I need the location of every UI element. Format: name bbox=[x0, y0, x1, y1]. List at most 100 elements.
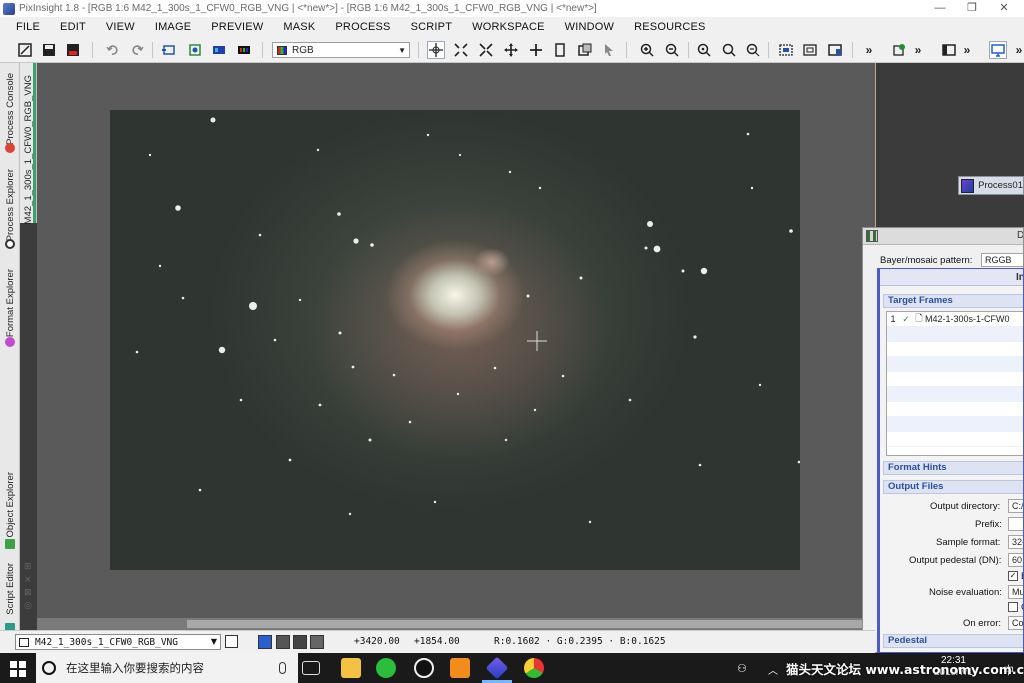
view-selector[interactable]: M42_1_300s_1_CFW0_RGB_VNG ▼ bbox=[15, 634, 221, 650]
explorer-icon[interactable] bbox=[940, 41, 958, 59]
menu-file[interactable]: FILE bbox=[6, 21, 50, 33]
checkbox-2[interactable] bbox=[1008, 602, 1018, 612]
toolbar-overflow-3[interactable]: » bbox=[958, 41, 976, 59]
dock-controls[interactable]: ⊞ ⨯ ⊠ ◎ bbox=[24, 560, 32, 612]
pointer-icon[interactable] bbox=[600, 41, 618, 59]
menu-workspace[interactable]: WORKSPACE bbox=[462, 21, 555, 33]
gear-icon bbox=[5, 239, 15, 249]
noise-evaluation-select[interactable]: Mul bbox=[1008, 585, 1023, 599]
target-frames-list[interactable]: 1 ✓ 🗋 M42-1-300s-1-CFW0 bbox=[886, 311, 1023, 456]
wechat-icon[interactable] bbox=[376, 658, 396, 678]
tray-chevron-up-icon[interactable]: ︿ bbox=[768, 662, 780, 677]
dynamic-preview-icon[interactable] bbox=[576, 41, 594, 59]
task-view-icon[interactable] bbox=[302, 661, 320, 675]
debayer-dialog-title-bar[interactable]: D bbox=[863, 228, 1023, 245]
file-explorer-icon[interactable] bbox=[341, 658, 361, 678]
color-space-select[interactable]: RGB ▼ bbox=[272, 42, 410, 58]
close-icon[interactable]: ✕ bbox=[988, 0, 1020, 17]
zoom-shrink-icon[interactable] bbox=[477, 41, 495, 59]
zoom-optimal-icon[interactable] bbox=[744, 41, 762, 59]
channel-rgb-icon[interactable] bbox=[235, 41, 253, 59]
horizontal-scrollbar[interactable] bbox=[37, 618, 875, 630]
minimize-icon[interactable]: — bbox=[924, 0, 956, 17]
tab-format-explorer[interactable]: Format Explorer bbox=[0, 257, 20, 349]
zoom-out-icon[interactable] bbox=[663, 41, 681, 59]
section-target-frames[interactable]: Target Frames bbox=[883, 294, 1023, 308]
menu-image[interactable]: IMAGE bbox=[145, 21, 201, 33]
menu-view[interactable]: VIEW bbox=[96, 21, 145, 33]
tab-object-explorer-label: Object Explorer bbox=[4, 472, 16, 538]
starfield bbox=[135, 117, 800, 524]
tab-process-explorer[interactable]: Process Explorer bbox=[0, 159, 20, 251]
taskbar-search[interactable]: 在这里输入你要搜索的内容 bbox=[36, 653, 298, 683]
check-icon[interactable]: ✓ bbox=[899, 314, 913, 325]
sublime-icon[interactable] bbox=[450, 658, 470, 678]
save-icon[interactable] bbox=[40, 41, 58, 59]
menu-window[interactable]: WINDOW bbox=[555, 21, 624, 33]
checkbox-1[interactable]: ✓ bbox=[1008, 571, 1018, 581]
window-icon[interactable] bbox=[826, 41, 844, 59]
move-icon[interactable] bbox=[527, 41, 545, 59]
windows-start-icon[interactable] bbox=[10, 661, 26, 677]
chrome-icon[interactable] bbox=[524, 658, 544, 678]
process-icon-process01[interactable]: Process01 bbox=[958, 176, 1024, 195]
redo-icon[interactable] bbox=[128, 41, 146, 59]
view-toggle-icon[interactable] bbox=[225, 635, 238, 648]
menu-process[interactable]: PROCESS bbox=[325, 21, 400, 33]
menu-edit[interactable]: EDIT bbox=[50, 21, 96, 33]
new-image-icon[interactable] bbox=[16, 41, 34, 59]
menu-script[interactable]: SCRIPT bbox=[401, 21, 463, 33]
output-directory-field[interactable]: C:/ bbox=[1008, 499, 1023, 513]
process-container-icon[interactable] bbox=[890, 41, 908, 59]
channel-g-button[interactable] bbox=[293, 635, 307, 649]
tab-process-console[interactable]: Process Console bbox=[0, 63, 20, 155]
menu-resources[interactable]: RESOURCES bbox=[624, 21, 715, 33]
toolbar-overflow-2[interactable]: » bbox=[909, 41, 927, 59]
shrink-view-icon[interactable] bbox=[801, 41, 819, 59]
tab-script-editor[interactable]: Script Editor bbox=[0, 553, 20, 633]
zoom-fit-window-icon[interactable] bbox=[720, 41, 738, 59]
microphone-icon[interactable] bbox=[279, 662, 286, 674]
export-icon[interactable] bbox=[64, 41, 82, 59]
bayer-pattern-select[interactable]: RGGB bbox=[981, 253, 1023, 267]
pixinsight-taskbar-icon[interactable] bbox=[485, 656, 509, 680]
batch-dialog-title-bar[interactable]: In bbox=[880, 269, 1023, 286]
cube-icon bbox=[5, 539, 15, 549]
channel-b-button[interactable] bbox=[310, 635, 324, 649]
section-output-files[interactable]: Output Files bbox=[883, 480, 1023, 494]
readout-mode-icon[interactable] bbox=[427, 41, 445, 59]
edit-preview-icon[interactable] bbox=[551, 41, 569, 59]
fit-view-icon[interactable] bbox=[777, 41, 795, 59]
prefix-field[interactable] bbox=[1008, 517, 1023, 531]
pan-mode-icon[interactable] bbox=[502, 41, 520, 59]
preview-new-icon[interactable] bbox=[160, 41, 178, 59]
menu-preview[interactable]: PREVIEW bbox=[201, 21, 273, 33]
on-error-select[interactable]: Con bbox=[1008, 616, 1023, 630]
qq-icon[interactable] bbox=[414, 658, 434, 678]
menu-mask[interactable]: MASK bbox=[273, 21, 325, 33]
sample-format-select[interactable]: 32- bbox=[1008, 535, 1023, 549]
rgb-swatch-icon bbox=[277, 45, 287, 55]
tab-object-explorer[interactable]: Object Explorer bbox=[0, 459, 20, 551]
zoom-1-1-icon[interactable] bbox=[695, 41, 713, 59]
scrollbar-thumb[interactable] bbox=[187, 620, 875, 628]
output-pedestal-field[interactable]: 60 bbox=[1008, 553, 1023, 567]
preview-refresh-icon[interactable] bbox=[186, 41, 204, 59]
color-space-value: RGB bbox=[292, 44, 314, 56]
zoom-fit-icon[interactable] bbox=[452, 41, 470, 59]
channel-r-button[interactable] bbox=[276, 635, 290, 649]
section-pedestal[interactable]: Pedestal bbox=[883, 634, 1023, 648]
people-icon[interactable]: ⚇ bbox=[737, 662, 749, 675]
stf-icon[interactable] bbox=[210, 41, 228, 59]
restore-icon[interactable]: ❐ bbox=[956, 0, 988, 17]
zoom-in-icon[interactable] bbox=[638, 41, 656, 59]
toolbar-overflow-4[interactable]: » bbox=[1010, 41, 1024, 59]
section-format-hints[interactable]: Format Hints bbox=[883, 461, 1023, 475]
toolbar-overflow-1[interactable]: » bbox=[860, 41, 878, 59]
undo-icon[interactable] bbox=[104, 41, 122, 59]
image-view-m42[interactable] bbox=[110, 110, 800, 570]
batch-process-dialog[interactable]: In Target Frames 1 ✓ 🗋 M42-1-300s-1-CFW0… bbox=[877, 268, 1024, 653]
monitor-icon[interactable] bbox=[989, 41, 1007, 59]
table-row[interactable]: 1 ✓ 🗋 M42-1-300s-1-CFW0 bbox=[887, 312, 1023, 327]
channel-rgb-button[interactable] bbox=[258, 635, 272, 649]
